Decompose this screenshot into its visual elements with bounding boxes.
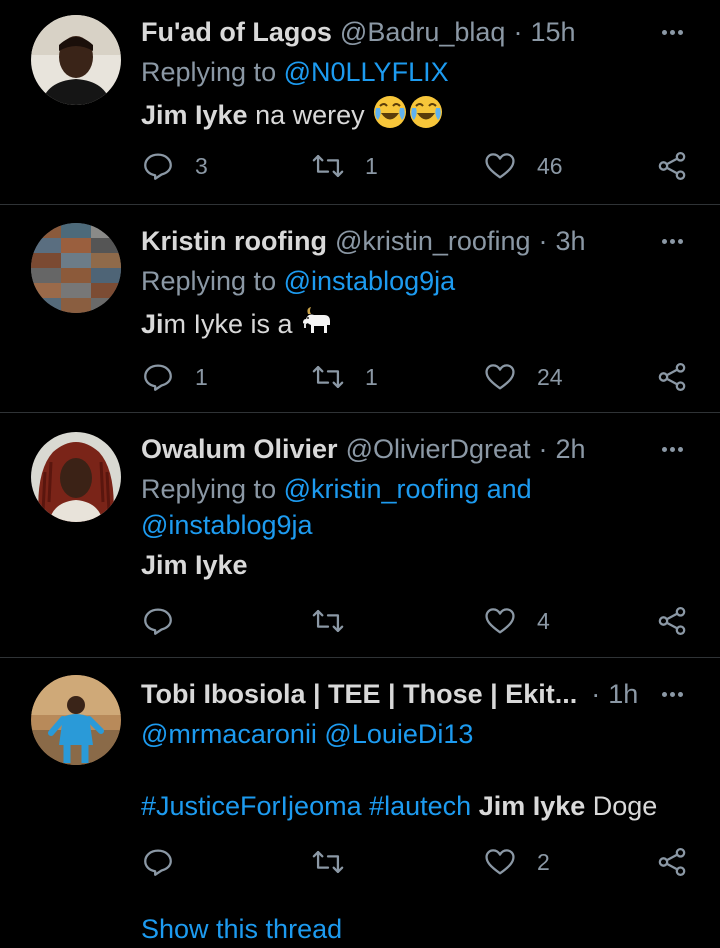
reply-mention-link[interactable]: @N0LLYFLIX — [284, 57, 449, 87]
reply-count: 3 — [195, 152, 208, 179]
laughing-emoji-icon — [372, 94, 408, 139]
reply-icon — [144, 364, 172, 391]
timestamp[interactable]: 15h — [530, 17, 575, 48]
tweet-body: na werey — [247, 100, 365, 130]
share-button[interactable] — [655, 842, 689, 882]
avatar[interactable] — [31, 223, 121, 313]
separator-dot: · — [591, 678, 601, 709]
reply-mention-link[interactable]: @kristin_roofing and — [284, 474, 532, 504]
replying-prefix: Replying to — [141, 266, 277, 296]
heart-icon — [485, 849, 515, 875]
more-options-icon[interactable] — [657, 221, 687, 261]
highlighted-term: Jim Iyke — [478, 791, 586, 821]
author-name[interactable]: Tobi Ibosiola | TEE | Those | Ekit... — [141, 679, 577, 710]
share-icon — [658, 847, 686, 877]
author-name[interactable]: Fu'ad of Lagos — [141, 17, 332, 48]
retweet-button[interactable] — [311, 842, 345, 882]
reply-icon — [144, 153, 172, 180]
reply-count: 1 — [195, 363, 208, 390]
replying-prefix: Replying to — [141, 57, 277, 87]
heart-icon — [485, 153, 515, 179]
reply-mention-link[interactable]: @instablog9ja — [284, 266, 456, 296]
highlighted-term: Jim Iyke — [141, 550, 248, 580]
like-button[interactable]: 2 — [483, 842, 550, 882]
more-options-icon[interactable] — [657, 12, 687, 52]
tweet-text: Jim Iyke na werey — [141, 94, 444, 139]
reply-button[interactable]: 1 — [141, 357, 208, 397]
tweet-3[interactable]: Owalum Olivier @OlivierDgreat · 2h Reply… — [0, 413, 720, 658]
share-button[interactable] — [655, 146, 689, 186]
retweet-button[interactable]: 1 — [311, 357, 378, 397]
reply-button[interactable]: 3 — [141, 146, 208, 186]
retweet-icon — [312, 154, 344, 178]
tweet-text: Jim Iyke — [141, 547, 248, 583]
retweet-icon — [312, 850, 344, 874]
heart-icon — [485, 364, 515, 390]
author-handle[interactable]: @Badru_blaq — [340, 17, 506, 48]
avatar[interactable] — [31, 675, 121, 765]
tweet-text: #JusticeForIjeoma #lautech Jim Iyke Doge — [141, 788, 657, 824]
timestamp[interactable]: 2h — [556, 434, 586, 465]
tweet-body: Doge — [585, 791, 658, 821]
avatar[interactable] — [31, 432, 121, 522]
hashtag-links[interactable]: #JusticeForIjeoma #lautech — [141, 791, 471, 821]
replying-to: Replying to @kristin_roofing and — [141, 471, 532, 507]
replying-to: Replying to @instablog9ja — [141, 263, 455, 299]
laughing-emoji-icon — [408, 94, 444, 139]
avatar[interactable] — [31, 15, 121, 105]
share-icon — [658, 362, 686, 392]
like-count: 24 — [537, 363, 563, 390]
like-button[interactable]: 46 — [483, 146, 563, 186]
like-count: 4 — [537, 607, 550, 634]
reply-button[interactable] — [141, 601, 175, 641]
separator-dot: · — [538, 433, 548, 464]
more-options-icon[interactable] — [657, 674, 687, 714]
more-options-icon[interactable] — [657, 429, 687, 469]
reply-icon — [144, 849, 172, 876]
replying-to: Replying to @N0LLYFLIX — [141, 54, 449, 90]
tweet-text: Jim Iyke is a — [141, 303, 336, 348]
reply-button[interactable] — [141, 842, 175, 882]
retweet-icon — [312, 609, 344, 633]
share-button[interactable] — [655, 601, 689, 641]
retweet-count: 1 — [365, 152, 378, 179]
share-icon — [658, 606, 686, 636]
highlighted-term: Ji — [141, 309, 164, 339]
mention-links[interactable]: @mrmacaronii @LouieDi13 — [141, 719, 473, 749]
tweet-2[interactable]: Kristin roofing @kristin_roofing · 3h Re… — [0, 205, 720, 413]
highlighted-term: Jim Iyke — [141, 100, 248, 130]
separator-dot: · — [538, 225, 548, 256]
retweet-icon — [312, 365, 344, 389]
tweet-body: m Iyke is a — [163, 309, 293, 339]
author-name[interactable]: Owalum Olivier — [141, 434, 338, 465]
author-handle[interactable]: @OlivierDgreat — [346, 434, 531, 465]
share-button[interactable] — [655, 357, 689, 397]
share-icon — [658, 151, 686, 181]
like-count: 2 — [537, 848, 550, 875]
author-name[interactable]: Kristin roofing — [141, 226, 327, 257]
tweet-1[interactable]: Fu'ad of Lagos @Badru_blaq · 15h Replyin… — [0, 0, 720, 205]
heart-icon — [485, 608, 515, 634]
separator-dot: · — [513, 16, 523, 47]
timestamp[interactable]: 1h — [608, 679, 638, 710]
show-thread-link[interactable]: Show this thread — [141, 914, 342, 945]
retweet-button[interactable]: 1 — [311, 146, 378, 186]
retweet-button[interactable] — [311, 601, 345, 641]
timestamp[interactable]: 3h — [555, 226, 585, 257]
author-handle[interactable]: @kristin_roofing — [335, 226, 531, 257]
reply-mention-link[interactable]: @instablog9ja — [141, 510, 313, 540]
like-button[interactable]: 24 — [483, 357, 563, 397]
like-button[interactable]: 4 — [483, 601, 550, 641]
replying-prefix: Replying to — [141, 474, 277, 504]
retweet-count: 1 — [365, 363, 378, 390]
reply-icon — [144, 608, 172, 635]
tweet-4[interactable]: Tobi Ibosiola | TEE | Those | Ekit... · … — [0, 658, 720, 948]
like-count: 46 — [537, 152, 563, 179]
goat-emoji-icon — [300, 303, 336, 348]
